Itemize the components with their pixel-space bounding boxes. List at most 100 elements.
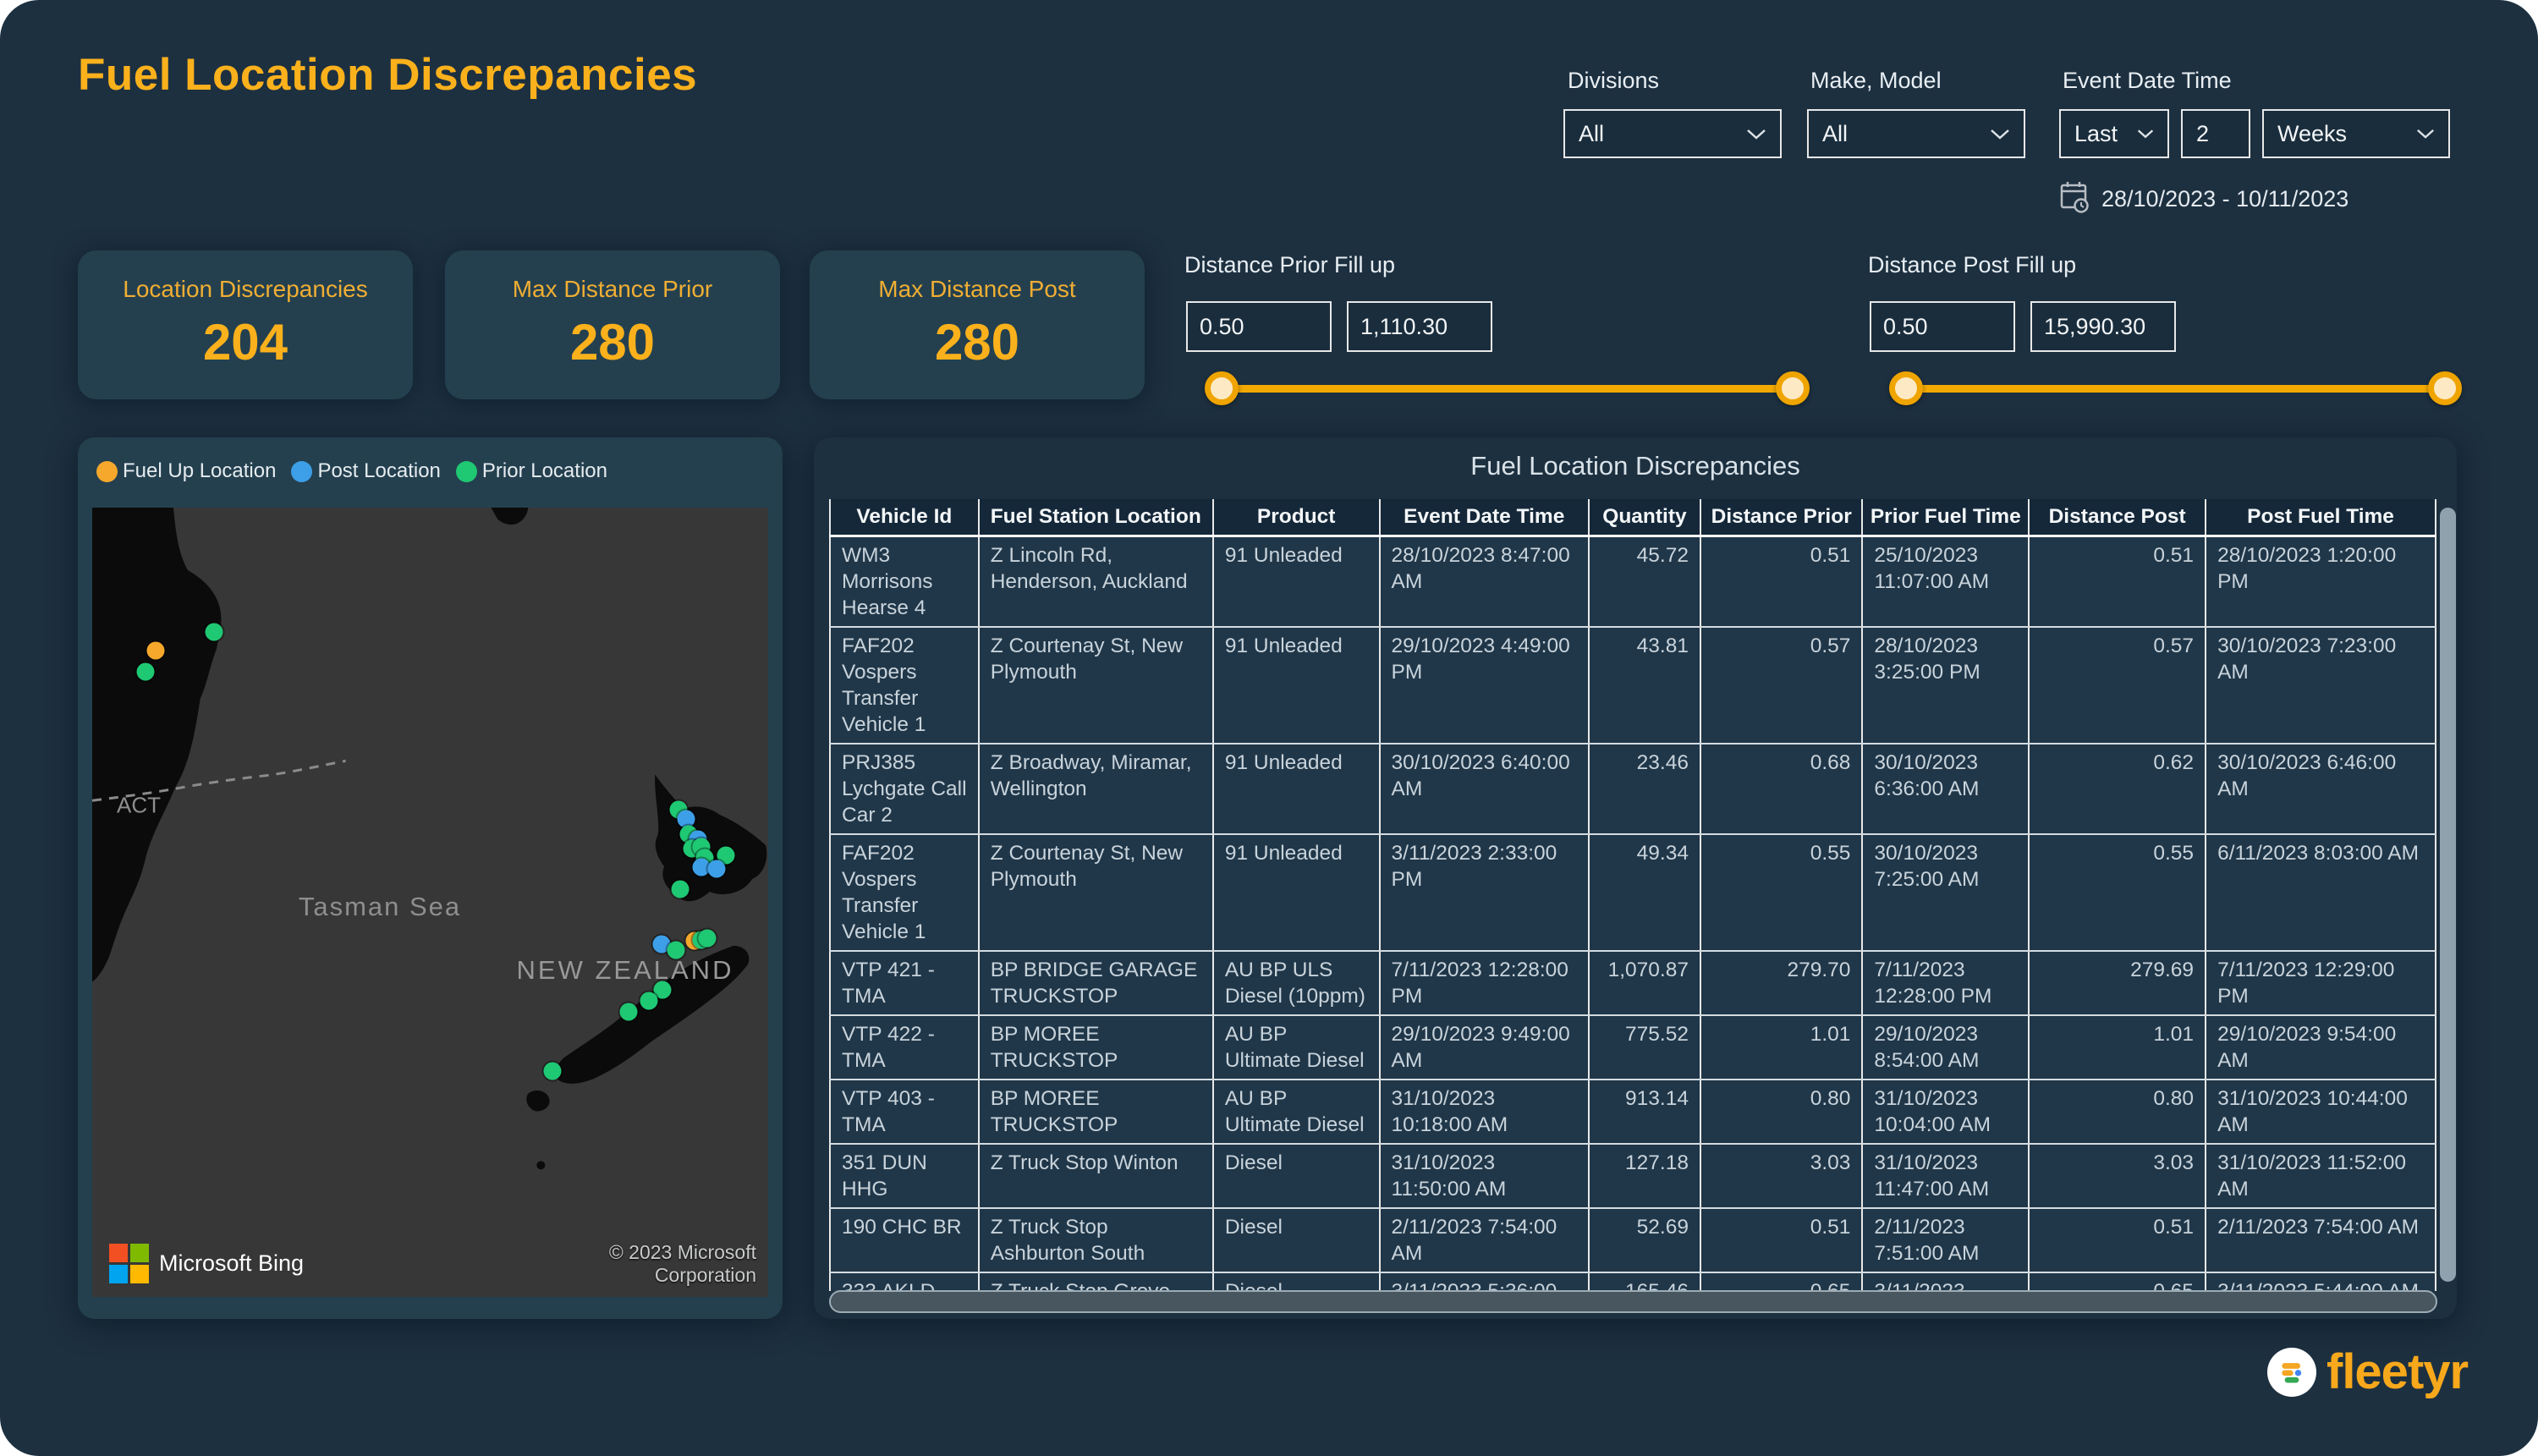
map-point-green[interactable] xyxy=(640,992,658,1009)
divisions-dropdown[interactable]: All xyxy=(1563,109,1782,158)
cell: Z Truck Stop Grove Rd, Blenheim xyxy=(979,1272,1213,1291)
date-number-input[interactable]: 2 xyxy=(2181,109,2250,158)
cell: 0.68 xyxy=(1700,744,1862,834)
make-model-dropdown[interactable]: All xyxy=(1807,109,2025,158)
cell: Diesel xyxy=(1213,1208,1380,1272)
column-header-product[interactable]: Product xyxy=(1213,499,1380,536)
vertical-scrollbar[interactable] xyxy=(2440,508,2456,1282)
column-header-fuel-station-location[interactable]: Fuel Station Location xyxy=(979,499,1213,536)
table-row[interactable]: VTP 403 - TMABP MOREE TRUCKSTOPAU BP Ult… xyxy=(830,1080,2436,1144)
map-point-green[interactable] xyxy=(544,1062,562,1080)
map-point-green[interactable] xyxy=(699,929,717,947)
kpi-value: 204 xyxy=(78,313,413,371)
cell: 7/11/2023 12:28:00 PM xyxy=(1862,951,2029,1015)
table-row[interactable]: PRJ385 Lychgate Call Car 2Z Broadway, Mi… xyxy=(830,744,2436,834)
map-point-green[interactable] xyxy=(672,881,689,898)
blue-dot-icon xyxy=(291,461,312,482)
map-point-green[interactable] xyxy=(136,662,154,680)
cell: 91 Unleaded xyxy=(1213,834,1380,951)
cell: 0.80 xyxy=(1700,1080,1862,1144)
legend-item-orange[interactable]: Fuel Up Location xyxy=(96,459,276,483)
distance-prior-slider-track[interactable] xyxy=(1222,385,1793,393)
legend-item-blue[interactable]: Post Location xyxy=(291,459,440,483)
table-row[interactable]: FAF202 Vospers Transfer Vehicle 1Z Court… xyxy=(830,627,2436,744)
cell: 23.46 xyxy=(1589,744,1700,834)
distance-post-min-input[interactable]: 0.50 xyxy=(1870,301,2015,352)
distance-post-slider-handle-min[interactable] xyxy=(1889,371,1923,405)
chevron-down-icon xyxy=(1990,129,2010,140)
cell: 0.55 xyxy=(2029,834,2206,951)
distance-prior-max-input[interactable]: 1,110.30 xyxy=(1347,301,1492,352)
cell: 29/10/2023 4:49:00 PM xyxy=(1380,627,1589,744)
distance-prior-min-input[interactable]: 0.50 xyxy=(1186,301,1332,352)
cell: 0.80 xyxy=(2029,1080,2206,1144)
table-row[interactable]: 351 DUN HHGZ Truck Stop WintonDiesel31/1… xyxy=(830,1144,2436,1208)
cell: 3/11/2023 5:32:00 AM xyxy=(1862,1272,2029,1291)
table-header-row: Vehicle IdFuel Station LocationProductEv… xyxy=(830,499,2436,536)
map-point-green[interactable] xyxy=(667,941,685,959)
kpi-label: Max Distance Post xyxy=(810,276,1145,303)
table-row[interactable]: 333 AKLD Tractor UnitZ Truck Stop Grove … xyxy=(830,1272,2436,1291)
distance-prior-slider-handle-max[interactable] xyxy=(1776,371,1810,405)
table-row[interactable]: 190 CHC BRZ Truck Stop Ashburton SouthDi… xyxy=(830,1208,2436,1272)
legend-label: Post Location xyxy=(317,459,440,483)
cell: 3.03 xyxy=(1700,1144,1862,1208)
cell: 45.72 xyxy=(1589,536,1700,628)
cell: FAF202 Vospers Transfer Vehicle 1 xyxy=(830,627,979,744)
bing-map[interactable]: ACT Tasman Sea NEW ZEALAND Microsoft Bin… xyxy=(92,508,768,1297)
column-header-quantity[interactable]: Quantity xyxy=(1589,499,1700,536)
cell: 1,070.87 xyxy=(1589,951,1700,1015)
make-model-value: All xyxy=(1822,121,1848,147)
cell: 2/11/2023 7:54:00 AM xyxy=(2206,1208,2436,1272)
cell: 30/10/2023 6:36:00 AM xyxy=(1862,744,2029,834)
cell: Z Lincoln Rd, Henderson, Auckland xyxy=(979,536,1213,628)
map-point-green[interactable] xyxy=(205,623,222,640)
cell: 30/10/2023 6:46:00 AM xyxy=(2206,744,2436,834)
table-row[interactable]: WM3 Morrisons Hearse 4Z Lincoln Rd, Hend… xyxy=(830,536,2436,628)
horizontal-scrollbar[interactable] xyxy=(829,1290,2437,1313)
cell: 0.65 xyxy=(1700,1272,1862,1291)
cell: 0.51 xyxy=(2029,536,2206,628)
cell: 6/11/2023 8:03:00 AM xyxy=(2206,834,2436,951)
column-header-distance-post[interactable]: Distance Post xyxy=(2029,499,2206,536)
cell: BP BRIDGE GARAGE TRUCKSTOP xyxy=(979,951,1213,1015)
table-row[interactable]: FAF202 Vospers Transfer Vehicle 1Z Court… xyxy=(830,834,2436,951)
cell: 30/10/2023 7:25:00 AM xyxy=(1862,834,2029,951)
event-date-time-label: Event Date Time xyxy=(2063,68,2232,94)
map-point-orange[interactable] xyxy=(146,641,164,659)
cell: 3/11/2023 2:33:00 PM xyxy=(1380,834,1589,951)
table-row[interactable]: VTP 422 - TMABP MOREE TRUCKSTOPAU BP Ult… xyxy=(830,1015,2436,1080)
date-unit-dropdown[interactable]: Weeks xyxy=(2262,109,2450,158)
page-title: Fuel Location Discrepancies xyxy=(78,49,697,101)
cell: 0.55 xyxy=(1700,834,1862,951)
distance-post-max-input[interactable]: 15,990.30 xyxy=(2030,301,2176,352)
table-row[interactable]: VTP 421 - TMABP BRIDGE GARAGE TRUCKSTOPA… xyxy=(830,951,2436,1015)
cell: VTP 403 - TMA xyxy=(830,1080,979,1144)
cell: 7/11/2023 12:28:00 PM xyxy=(1380,951,1589,1015)
discrepancies-table: Vehicle IdFuel Station LocationProductEv… xyxy=(829,499,2436,1291)
cell: 91 Unleaded xyxy=(1213,627,1380,744)
map-label-act: ACT xyxy=(117,793,161,819)
distance-post-slider-track[interactable] xyxy=(1906,385,2445,393)
column-header-event-date-time[interactable]: Event Date Time xyxy=(1380,499,1589,536)
column-header-post-fuel-time[interactable]: Post Fuel Time xyxy=(2206,499,2436,536)
distance-prior-label: Distance Prior Fill up xyxy=(1184,252,1395,278)
dashboard: Fuel Location Discrepancies Divisions Al… xyxy=(0,0,2538,1456)
kpi-max-distance-prior: Max Distance Prior 280 xyxy=(445,250,780,399)
legend-item-green[interactable]: Prior Location xyxy=(456,459,607,483)
cell: 31/10/2023 11:52:00 AM xyxy=(2206,1144,2436,1208)
cell: BP MOREE TRUCKSTOP xyxy=(979,1015,1213,1080)
distance-prior-slider-handle-min[interactable] xyxy=(1205,371,1239,405)
map-point-blue[interactable] xyxy=(708,860,726,878)
column-header-distance-prior[interactable]: Distance Prior xyxy=(1700,499,1862,536)
date-mode-dropdown[interactable]: Last xyxy=(2059,109,2169,158)
column-header-vehicle-id[interactable]: Vehicle Id xyxy=(830,499,979,536)
distance-post-slider-handle-max[interactable] xyxy=(2428,371,2462,405)
cell: 52.69 xyxy=(1589,1208,1700,1272)
cell: 28/10/2023 1:20:00 PM xyxy=(2206,536,2436,628)
column-header-prior-fuel-time[interactable]: Prior Fuel Time xyxy=(1862,499,2029,536)
date-range-text: 28/10/2023 - 10/11/2023 xyxy=(2101,186,2348,212)
cell: 29/10/2023 9:54:00 AM xyxy=(2206,1015,2436,1080)
fleetyr-logo-icon xyxy=(2267,1348,2316,1397)
map-point-green[interactable] xyxy=(620,1003,638,1020)
